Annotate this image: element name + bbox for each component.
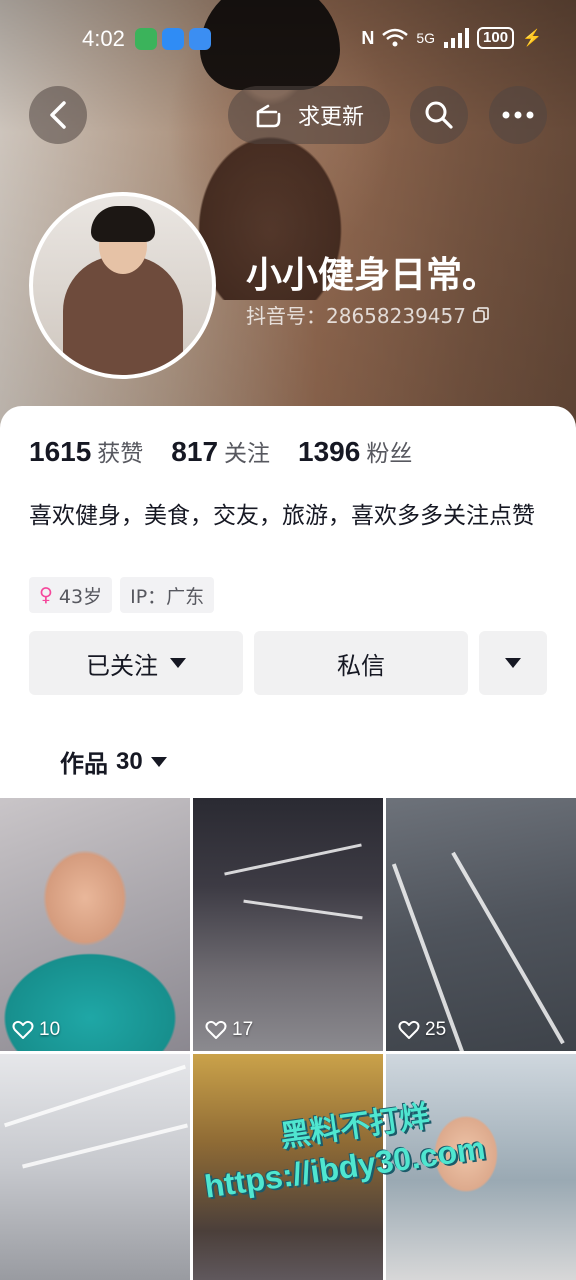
private-message-label: 私信: [337, 651, 385, 680]
video-likes-count: 25: [425, 1019, 447, 1040]
message-notification-icon: [162, 28, 184, 50]
tab-works[interactable]: 作品 30: [60, 744, 167, 779]
ceiling-light: [224, 843, 362, 876]
works-count: 30: [116, 747, 143, 775]
profile-tags: ♀ 43岁 IP：广东: [29, 577, 215, 613]
avatar[interactable]: [29, 192, 216, 379]
search-button[interactable]: [410, 86, 468, 144]
recommend-dropdown-button[interactable]: [479, 631, 547, 695]
more-options-button[interactable]: [489, 86, 547, 144]
female-icon: ♀: [39, 584, 53, 606]
back-button[interactable]: [29, 86, 87, 144]
followers-count[interactable]: 1396: [298, 436, 360, 468]
cloud-notification-icon: [189, 28, 211, 50]
search-icon: [425, 101, 453, 129]
following-count[interactable]: 817: [171, 436, 218, 468]
video-likes-count: 10: [39, 1019, 61, 1040]
video-likes-count: 17: [232, 1019, 254, 1040]
avatar-body: [63, 256, 183, 375]
ceiling-light: [22, 1123, 188, 1169]
video-thumbnail[interactable]: [0, 1054, 190, 1280]
network-type: 5G: [416, 30, 436, 46]
douyin-id-row[interactable]: 抖音号：28658239457: [246, 300, 490, 329]
request-update-button[interactable]: 求更新: [228, 86, 390, 144]
avatar-hair: [91, 206, 155, 242]
battery-level: 100: [477, 27, 515, 49]
profile-nickname: 小小健身日常。: [246, 255, 499, 296]
nfc-icon: N: [361, 27, 375, 48]
status-bar: 4:02 N 5G 100 ⚡: [0, 22, 576, 58]
status-right-icons: N 5G 100 ⚡: [361, 27, 542, 49]
age-tag: ♀ 43岁: [29, 577, 113, 613]
followers-label[interactable]: 粉丝: [366, 434, 412, 468]
age-label: 43岁: [58, 585, 103, 608]
video-likes: 10: [12, 1019, 60, 1041]
likes-count: 1615: [29, 436, 92, 467]
video-likes: 25: [398, 1019, 446, 1041]
caret-down-icon: [150, 756, 167, 767]
likes-label: 获赞: [97, 441, 144, 467]
private-message-button[interactable]: 私信: [254, 631, 468, 695]
ellipsis-icon: [502, 111, 534, 119]
profile-stats: 1615 获赞 817 关注 1396 粉丝: [29, 434, 440, 468]
wechat-notification-icon: [135, 28, 157, 50]
video-thumbnail[interactable]: 25: [386, 798, 576, 1051]
heart-icon: [398, 1020, 420, 1039]
ceiling-light: [4, 1064, 186, 1128]
ceiling-light: [243, 899, 363, 920]
caret-down-icon: [170, 658, 186, 668]
chevron-left-icon: [50, 101, 66, 129]
heart-icon: [12, 1020, 34, 1039]
video-thumbnail[interactable]: 17: [193, 798, 383, 1051]
charging-icon: ⚡: [522, 30, 542, 47]
followed-button[interactable]: 已关注: [29, 631, 243, 695]
ip-location-label: IP：广东: [130, 585, 205, 608]
status-time: 4:02: [82, 26, 125, 51]
request-update-label: 求更新: [297, 105, 364, 130]
floor-line: [451, 851, 565, 1045]
copy-icon: [473, 306, 489, 323]
profile-bio: 喜欢健身，美食，交友，旅游，喜欢多多关注点赞: [29, 503, 535, 529]
signal-icon: [444, 28, 470, 48]
following-label[interactable]: 关注: [224, 434, 270, 468]
followed-label: 已关注: [86, 651, 158, 680]
works-label: 作品: [60, 750, 108, 778]
video-thumbnail[interactable]: 10: [0, 798, 190, 1051]
pointing-hand-icon: [256, 104, 281, 128]
douyin-id: 抖音号：28658239457: [246, 304, 466, 328]
caret-down-icon: [505, 658, 521, 668]
ip-location-tag: IP：广东: [120, 577, 215, 613]
wifi-icon: [382, 28, 409, 47]
video-likes: 17: [205, 1019, 253, 1041]
heart-icon: [205, 1020, 227, 1039]
